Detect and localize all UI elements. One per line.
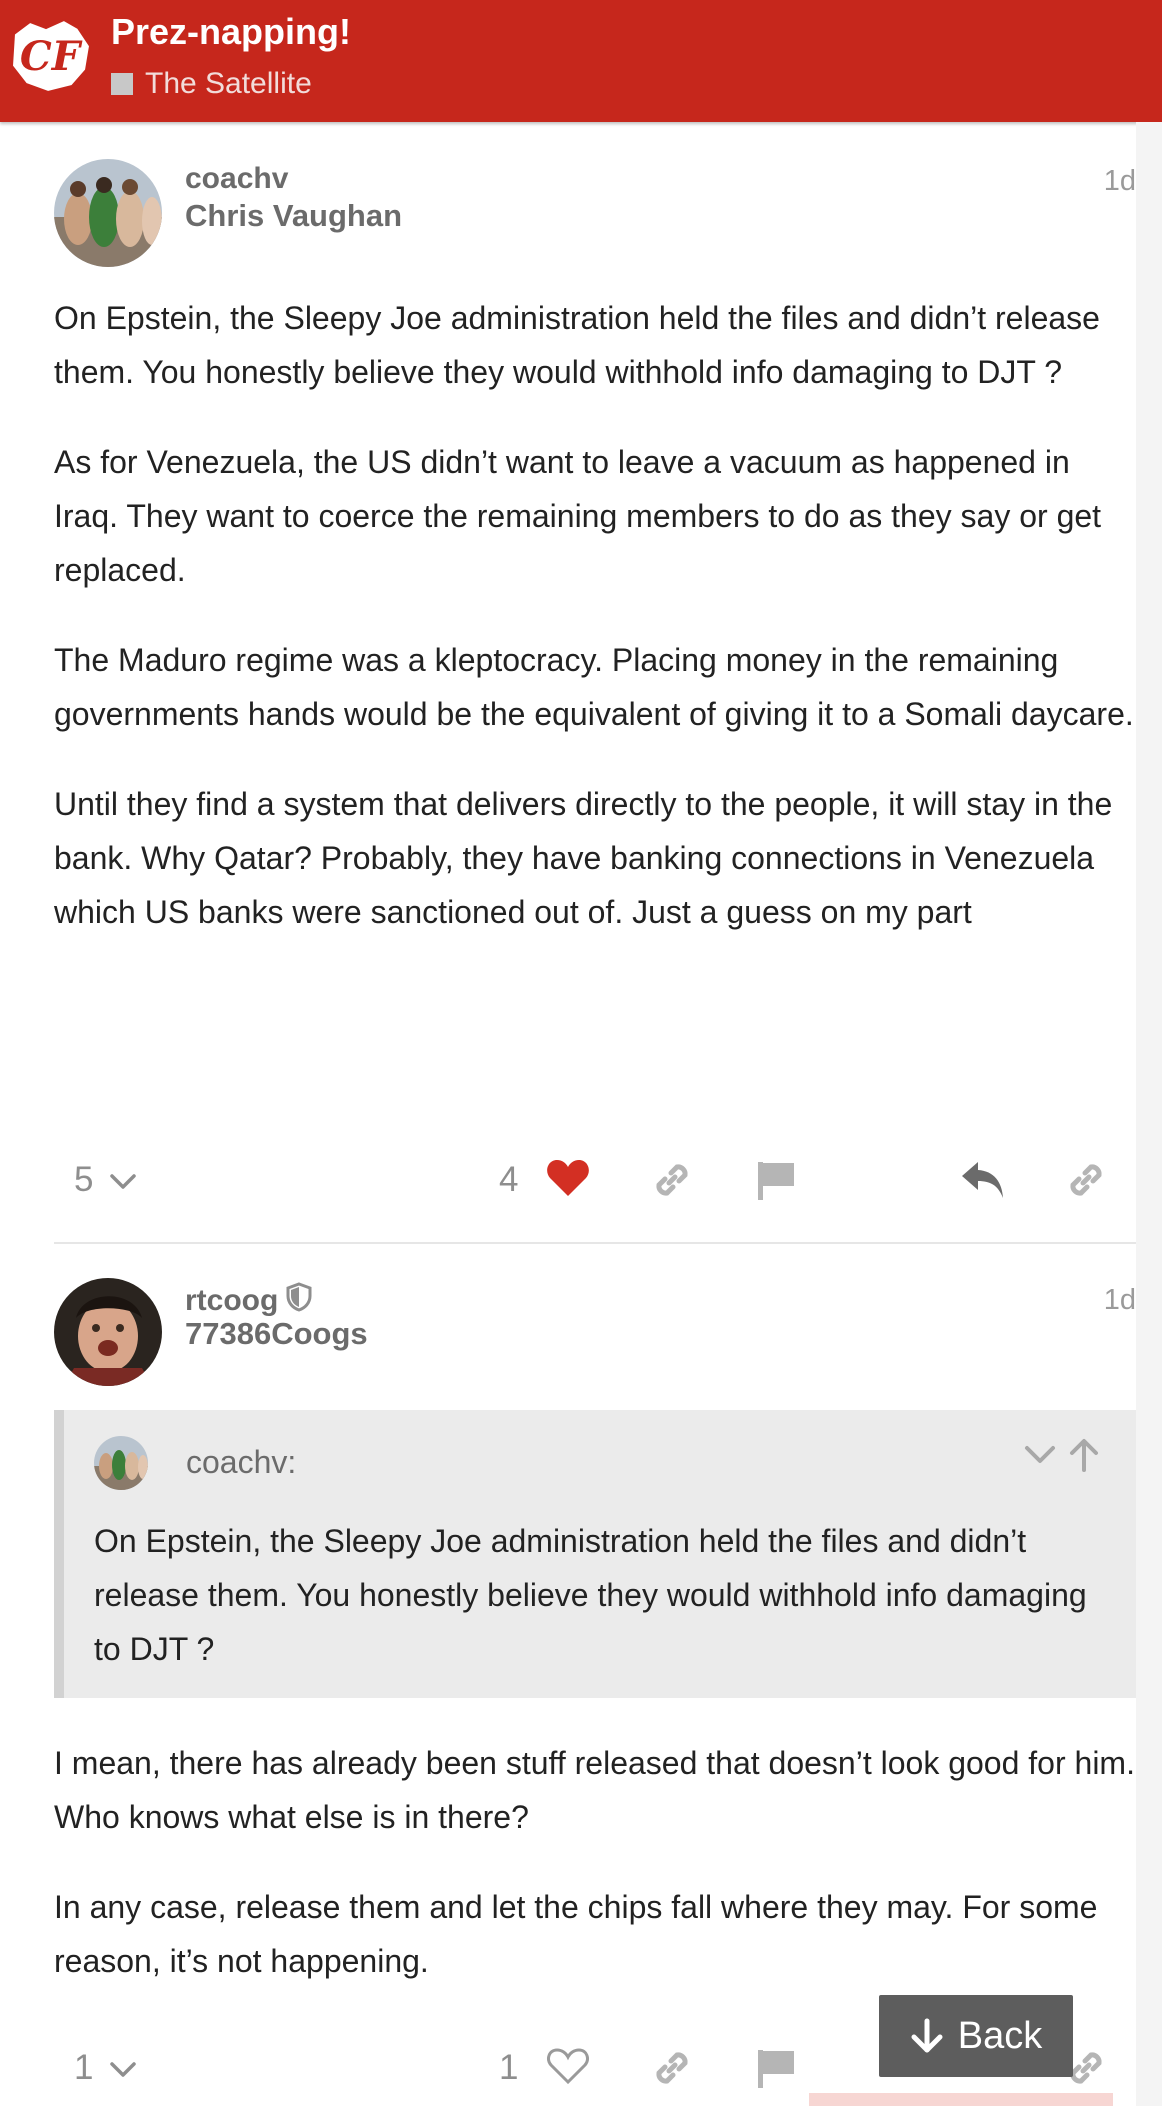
copy-link-button[interactable] — [650, 2046, 694, 2099]
like-count[interactable]: 1 — [499, 2048, 518, 2088]
category-name: The Satellite — [145, 67, 312, 100]
heart-filled-icon — [546, 1158, 590, 1207]
quote-expand-button[interactable] — [1024, 1444, 1056, 1471]
full-name[interactable]: Chris Vaughan — [185, 198, 402, 234]
post-paragraph: In any case, release them and let the ch… — [54, 1889, 1098, 1979]
copy-link-button[interactable] — [650, 1158, 694, 1211]
like-button[interactable] — [546, 1158, 590, 1207]
like-count[interactable]: 4 — [499, 1160, 518, 1200]
avatar[interactable] — [54, 159, 162, 267]
replies-toggle[interactable]: 1 — [74, 2048, 137, 2088]
reply-button[interactable] — [960, 1158, 1006, 1211]
post-paragraph: The Maduro regime was a kleptocracy. Pla… — [54, 642, 1134, 732]
chevron-down-icon — [109, 1160, 137, 1200]
back-button[interactable]: Back — [879, 1995, 1073, 2077]
post-paragraph: I mean, there has already been stuff rel… — [54, 1745, 1135, 1835]
post-paragraph: As for Venezuela, the US didn’t want to … — [54, 444, 1102, 588]
category-badge[interactable]: The Satellite — [111, 64, 312, 104]
reply-count: 5 — [74, 1160, 94, 1199]
post-date[interactable]: 1d — [1104, 1284, 1136, 1317]
chevron-down-icon — [1024, 1446, 1056, 1470]
back-label: Back — [957, 2014, 1043, 2057]
post-body: I mean, there has already been stuff rel… — [54, 1736, 1136, 1988]
quote-username[interactable]: coachv: — [186, 1444, 296, 1481]
link-icon — [1064, 1158, 1108, 1211]
post-date[interactable]: 1d — [1104, 165, 1136, 198]
arrow-up-icon — [1068, 1439, 1100, 1476]
reply-icon — [960, 1158, 1006, 1211]
flag-icon — [754, 1158, 798, 1211]
avatar[interactable] — [54, 1278, 162, 1386]
heart-outline-icon — [546, 2046, 590, 2095]
share-link-button[interactable] — [1064, 1158, 1108, 1211]
post-coachv: coachv Chris Vaughan 1d On Epstein, the … — [54, 122, 1136, 1222]
like-button[interactable] — [546, 2046, 590, 2095]
topic-title[interactable]: Prez-napping! — [111, 10, 351, 54]
username[interactable]: rtcoog — [185, 1284, 278, 1318]
quote-text: On Epstein, the Sleepy Joe administratio… — [94, 1523, 1087, 1667]
topic-header: CF Prez-napping! The Satellite — [0, 0, 1162, 122]
quote-avatar — [94, 1436, 148, 1490]
category-swatch — [111, 73, 133, 95]
post-paragraph: Until they find a system that delivers d… — [54, 786, 1113, 930]
bottom-notification-edge — [809, 2093, 1113, 2106]
flag-icon — [754, 2046, 798, 2099]
cf-logo[interactable]: CF — [6, 12, 94, 96]
username[interactable]: coachv — [185, 162, 288, 196]
arrow-down-icon — [910, 2018, 944, 2054]
username-row: rtcoog — [185, 1282, 312, 1320]
link-icon — [650, 2046, 694, 2099]
like-count-value: 1 — [499, 2048, 519, 2087]
like-count-value: 4 — [499, 1160, 519, 1199]
chevron-down-icon — [109, 2048, 137, 2088]
full-name[interactable]: 77386Coogs — [185, 1316, 368, 1352]
quote-block: coachv: On Epstein, the Sleepy Joe admin… — [54, 1410, 1136, 1698]
replies-toggle[interactable]: 5 — [74, 1160, 137, 1200]
reply-count: 1 — [74, 2048, 94, 2087]
shield-icon — [286, 1282, 312, 1320]
post-body: On Epstein, the Sleepy Joe administratio… — [54, 291, 1136, 939]
page-edge — [1136, 122, 1162, 2106]
post-actions: 5 4 — [54, 1150, 1136, 1210]
logo-text: CF — [20, 33, 83, 80]
flag-button[interactable] — [754, 1158, 798, 1211]
flag-button[interactable] — [754, 2046, 798, 2099]
link-icon — [650, 1158, 694, 1211]
quote-jump-button[interactable] — [1068, 1438, 1100, 1477]
post-paragraph: On Epstein, the Sleepy Joe administratio… — [54, 300, 1100, 390]
